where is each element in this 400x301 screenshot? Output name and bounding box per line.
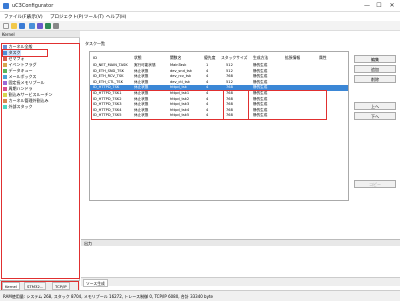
settings-icon[interactable] (53, 23, 59, 29)
menu-help[interactable]: ヘルプ(H) (106, 14, 126, 20)
output-header: 出力 (81, 240, 400, 246)
status-bar: RAM使用量: システム 268, スタック 8704, メモリプール 1627… (0, 290, 400, 301)
edit-button[interactable]: 編集 (354, 55, 396, 63)
add-button[interactable]: 追加 (354, 65, 396, 73)
tab-source-generation[interactable]: ソース生成 (83, 279, 108, 287)
close-button[interactable]: ✕ (387, 2, 397, 10)
build-icon[interactable] (29, 23, 35, 29)
col-method[interactable]: 生成方法 (253, 55, 268, 61)
new-icon[interactable] (3, 23, 9, 29)
highlight-rows-box (91, 90, 327, 120)
menu-project[interactable]: プロジェクト(P) (50, 14, 83, 20)
run-icon[interactable] (45, 23, 51, 29)
minimize-button[interactable]: — (362, 2, 372, 10)
move-down-button[interactable]: 下へ (354, 112, 396, 120)
col-state[interactable]: 状態 (134, 55, 142, 61)
menu-tools[interactable]: ツール(T) (84, 14, 104, 20)
delete-button[interactable]: 削除 (354, 75, 396, 83)
kernel-panel: Kernel カーネル全般 タスク セマフォ イベントフラグ データキュー メー… (0, 31, 80, 290)
col-ext[interactable]: 拡張情報 (285, 55, 300, 61)
highlight-stack-box (223, 90, 249, 120)
menu-file[interactable]: ファイル(F) (4, 14, 28, 20)
task-table: ID 状態 関数名 優先度 スタックサイズ 生成方法 拡張情報 属性 ID_NE… (89, 51, 349, 201)
save-icon[interactable] (19, 23, 25, 29)
maximize-button[interactable]: ☐ (374, 2, 384, 10)
col-attr[interactable]: 属性 (319, 55, 327, 61)
output-panel: 出力 (81, 239, 400, 277)
highlight-tree-box (1, 43, 80, 279)
open-icon[interactable] (11, 23, 17, 29)
window-title: uC3Configurator (12, 3, 54, 9)
col-stack[interactable]: スタックサイズ (221, 55, 247, 61)
menu-view[interactable]: 表示(V) (27, 14, 43, 20)
copy-button[interactable]: コピー (354, 180, 396, 188)
generate-icon[interactable] (37, 23, 43, 29)
kernel-panel-header: Kernel (0, 31, 80, 38)
task-list-label: タスク一覧 (85, 41, 105, 46)
task-list-panel: タスク一覧 ID 状態 関数名 優先度 スタックサイズ 生成方法 拡張情報 属性… (81, 31, 400, 236)
menu-bar: ファイル(F) 表示(V) プロジェクト(P) ツール(T) ヘルプ(H) (0, 12, 400, 21)
toolbar (0, 21, 400, 31)
title-bar: uC3Configurator — ☐ ✕ (0, 0, 400, 12)
col-priority[interactable]: 優先度 (204, 55, 215, 61)
col-func[interactable]: 関数名 (170, 55, 181, 61)
col-id[interactable]: ID (93, 55, 97, 60)
move-up-button[interactable]: 上へ (354, 102, 396, 110)
output-tabs: ソース生成 (81, 277, 400, 287)
bottom-left-tabs: Kernel STM32... TCP/IP (0, 280, 80, 291)
app-icon (3, 3, 9, 9)
